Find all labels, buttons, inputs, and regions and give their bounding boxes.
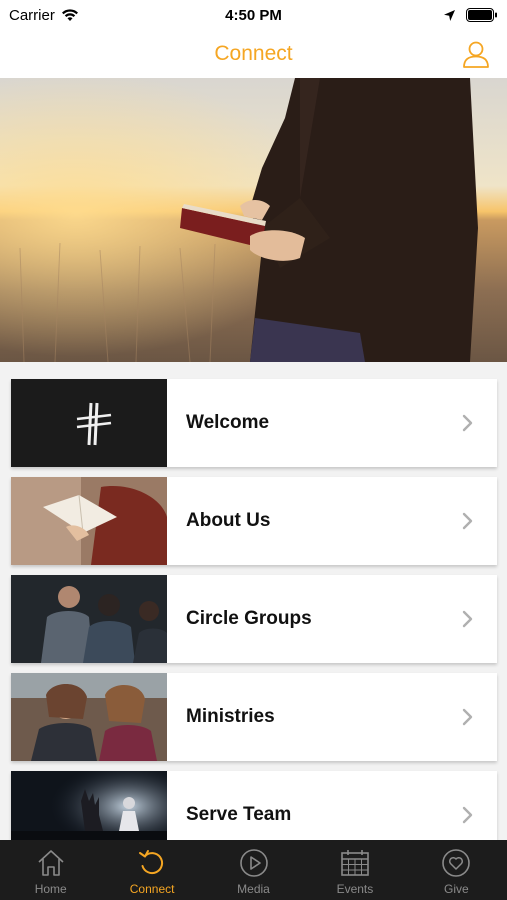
chevron-right-icon: [462, 512, 473, 530]
tab-media[interactable]: Media: [203, 840, 304, 900]
friends-smiling-photo-icon: [11, 673, 167, 761]
chevron-right-icon: [462, 610, 473, 628]
tab-label: Give: [443, 882, 469, 896]
list-item-label: Circle Groups: [186, 608, 312, 629]
tab-bar: Home Connect Media Events Give: [0, 840, 507, 900]
tab-label: Media: [237, 882, 270, 896]
tab-connect[interactable]: Connect: [101, 840, 202, 900]
list-item-label: About Us: [186, 510, 271, 531]
list-item-ministries[interactable]: Ministries: [11, 673, 497, 761]
tab-give[interactable]: Give: [406, 840, 507, 900]
page-title: Connect: [214, 42, 293, 65]
bible-reading-photo-icon: [11, 477, 167, 565]
heart-icon: [442, 849, 471, 877]
calendar-icon: [341, 850, 369, 876]
circle-groups-thumbnail: [11, 575, 167, 663]
serve-team-thumbnail: [11, 771, 167, 840]
list-item-label: Serve Team: [186, 804, 292, 825]
group-praying-photo-icon: [11, 575, 167, 663]
status-right: [443, 8, 498, 22]
about-us-thumbnail: [11, 477, 167, 565]
wifi-icon: [61, 9, 78, 21]
profile-icon[interactable]: [461, 39, 491, 69]
tab-home[interactable]: Home: [0, 840, 101, 900]
ministries-thumbnail: [11, 673, 167, 761]
list-item-about-us[interactable]: About Us: [11, 477, 497, 565]
list-item-label: Ministries: [186, 706, 275, 727]
status-left: Carrier: [9, 7, 79, 24]
status-bar: Carrier 4:50 PM: [0, 0, 507, 30]
home-icon: [38, 850, 64, 876]
list-item-welcome[interactable]: Welcome: [11, 379, 497, 467]
play-icon: [239, 849, 268, 877]
tab-label: Connect: [129, 882, 175, 896]
chevron-right-icon: [462, 708, 473, 726]
chevron-right-icon: [462, 414, 473, 432]
tab-label: Events: [336, 882, 374, 896]
hero-illustration: [0, 78, 507, 362]
tab-events[interactable]: Events: [304, 840, 405, 900]
battery-icon: [466, 8, 497, 22]
tab-label: Home: [34, 882, 67, 896]
list-item-serve-team[interactable]: Serve Team: [11, 771, 497, 840]
connect-list: Welcome About Us Circle Groups Ministrie…: [0, 362, 507, 840]
location-arrow-icon: [444, 9, 455, 21]
welcome-thumbnail: [11, 379, 167, 467]
cross-logo-icon: [76, 402, 112, 446]
refresh-icon: [139, 850, 164, 875]
carrier-label: Carrier: [9, 6, 55, 24]
list-item-label: Welcome: [186, 412, 270, 433]
worship-hands-photo-icon: [11, 771, 167, 840]
nav-bar: Connect: [0, 30, 507, 78]
hero-image: [0, 78, 507, 362]
list-item-circle-groups[interactable]: Circle Groups: [11, 575, 497, 663]
chevron-right-icon: [462, 806, 473, 824]
